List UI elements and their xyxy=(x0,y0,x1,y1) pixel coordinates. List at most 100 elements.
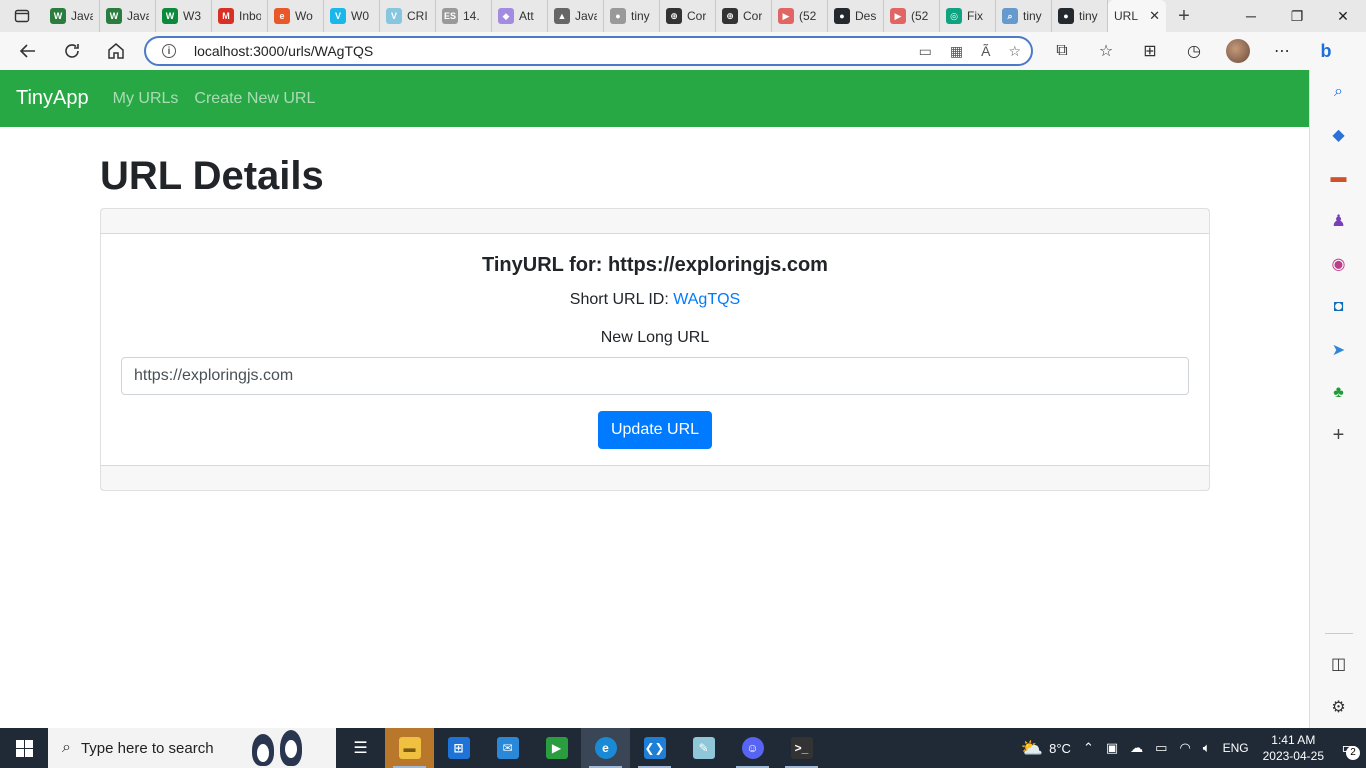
refresh-icon xyxy=(65,44,79,58)
nav-link-create-url[interactable]: Create New URL xyxy=(194,90,315,108)
new-tab-button[interactable]: + xyxy=(1166,0,1202,32)
browser-tab[interactable]: e Wo xyxy=(268,0,324,32)
browser-tab[interactable]: W Java xyxy=(44,0,100,32)
office-icon[interactable]: ◉ xyxy=(1310,242,1366,285)
browser-tab[interactable]: ES 14. xyxy=(436,0,492,32)
nav-link-my-urls[interactable]: My URLs xyxy=(113,90,179,108)
card-body: TinyURL for: https://exploringjs.com Sho… xyxy=(101,234,1209,465)
bing-chat-icon[interactable]: b xyxy=(1304,32,1348,70)
close-window-button[interactable]: ✕ xyxy=(1320,0,1366,32)
send-icon[interactable]: ➤ xyxy=(1310,328,1366,371)
card-footer xyxy=(101,465,1209,490)
tree-icon[interactable]: ♣ xyxy=(1310,371,1366,414)
update-url-button[interactable]: Update URL xyxy=(597,411,713,449)
notepad-icon[interactable]: ✎ xyxy=(679,728,728,768)
discord-icon[interactable]: ☺ xyxy=(728,728,777,768)
browser-tab[interactable]: ● Des xyxy=(828,0,884,32)
card-header xyxy=(101,209,1209,234)
navbar-brand[interactable]: TinyApp xyxy=(16,87,89,110)
games-icon[interactable]: ♟ xyxy=(1310,199,1366,242)
browser-tab[interactable]: ▲ Java xyxy=(548,0,604,32)
qr-code-icon[interactable]: ▦ xyxy=(950,43,963,60)
browser-tab[interactable]: ● tiny xyxy=(604,0,660,32)
browser-tab[interactable]: ⊕ Cor xyxy=(716,0,772,32)
show-hidden-icons[interactable]: ⌃ xyxy=(1077,740,1100,756)
page-title: URL Details xyxy=(100,154,324,198)
app-available-icon[interactable]: ▭ xyxy=(919,43,932,60)
history-icon[interactable]: ◷ xyxy=(1172,32,1216,70)
onedrive-icon[interactable]: ☁ xyxy=(1124,740,1149,756)
browser-tab[interactable]: ◆ Att xyxy=(492,0,548,32)
browser-tab[interactable]: ● tiny xyxy=(1052,0,1108,32)
restore-button[interactable]: ❐ xyxy=(1274,0,1320,32)
browser-tab[interactable]: ▶ (52 xyxy=(884,0,940,32)
favorites-icon[interactable]: ☆ xyxy=(1084,32,1128,70)
profile-button[interactable] xyxy=(1216,32,1260,70)
short-url-link[interactable]: WAgTQS xyxy=(673,291,740,308)
page-viewport: TinyApp My URLs Create New URL URL Detai… xyxy=(0,70,1309,728)
google-meet-icon[interactable]: ▶ xyxy=(532,728,581,768)
browser-toolbar: i localhost:3000/urls/WAgTQS ▭ ▦ A͂ ☆ ⧉ … xyxy=(0,32,1366,70)
tab-favicon-icon: ⌕ xyxy=(1002,8,1018,24)
browser-tab-strip: W Java W Java W W3 M Inboxe Wo V W0 V CRI ES 14. ◆ Att ▲ J… xyxy=(0,0,1366,32)
browser-tab[interactable]: M Inbox xyxy=(212,0,268,32)
browser-tab[interactable]: ▶ (52 xyxy=(772,0,828,32)
add-sidebar-item-icon[interactable]: + xyxy=(1310,414,1366,457)
add-favorite-icon[interactable]: ☆ xyxy=(1008,43,1021,60)
edge-browser-icon[interactable]: e xyxy=(581,728,630,768)
browser-tab[interactable]: ⊕ Cor xyxy=(660,0,716,32)
long-url-input[interactable] xyxy=(121,357,1189,395)
collections-icon[interactable]: ⊞ xyxy=(1128,32,1172,70)
microsoft-store-icon[interactable]: ⊞ xyxy=(434,728,483,768)
active-tab-label: URL xyxy=(1114,9,1139,23)
address-url[interactable]: localhost:3000/urls/WAgTQS xyxy=(194,43,373,59)
read-aloud-icon[interactable]: A͂ xyxy=(981,43,990,60)
tools-icon[interactable]: ▬ xyxy=(1310,156,1366,199)
terminal-icon[interactable]: >_ xyxy=(777,728,826,768)
wifi-icon[interactable]: ◠ xyxy=(1173,740,1196,756)
search-icon[interactable]: ⌕ xyxy=(1310,70,1366,113)
outlook-icon[interactable]: ◘ xyxy=(1310,285,1366,328)
active-tab[interactable]: URL ✕ xyxy=(1108,0,1166,32)
battery-icon[interactable]: ▭ xyxy=(1149,740,1173,756)
meet-now-icon[interactable]: ▣ xyxy=(1100,740,1124,756)
tab-label: Wo xyxy=(295,9,313,23)
extensions-icon[interactable]: ⧉ xyxy=(1040,32,1084,70)
system-clock[interactable]: 1:41 AM 2023-04-25 xyxy=(1255,732,1332,764)
vscode-icon[interactable]: ❮❯ xyxy=(630,728,679,768)
tab-favicon-icon: ● xyxy=(1058,8,1074,24)
clock-time: 1:41 AM xyxy=(1271,733,1316,747)
back-button[interactable] xyxy=(6,32,50,70)
browser-tab[interactable]: V CRI xyxy=(380,0,436,32)
gear-icon[interactable]: ⚙ xyxy=(1310,685,1366,728)
mail-icon[interactable]: ✉ xyxy=(483,728,532,768)
file-explorer-icon[interactable]: ▬ xyxy=(385,728,434,768)
hide-sidebar-icon[interactable]: ◫ xyxy=(1310,642,1366,685)
shopping-tag-icon[interactable]: ◆ xyxy=(1310,113,1366,156)
windows-taskbar: ⌕ Type here to search ☰ ▬ ⊞ ✉ ▶ e ❮❯ ✎ ☺… xyxy=(0,728,1366,768)
weather-widget[interactable]: ⛅ 8°C xyxy=(1015,738,1077,759)
tab-favicon-icon: W xyxy=(50,8,66,24)
refresh-button[interactable] xyxy=(50,32,94,70)
tab-actions-button[interactable] xyxy=(0,0,44,32)
browser-tab[interactable]: ⌕ tiny xyxy=(996,0,1052,32)
minimize-button[interactable]: ─ xyxy=(1228,0,1274,32)
settings-menu-icon[interactable]: ⋯ xyxy=(1260,32,1304,70)
browser-tab[interactable]: V W0 xyxy=(324,0,380,32)
home-button[interactable] xyxy=(94,32,138,70)
browser-tab[interactable]: W Java xyxy=(100,0,156,32)
tab-favicon-icon: ● xyxy=(834,8,850,24)
language-indicator[interactable]: ENG xyxy=(1217,741,1255,755)
volume-icon[interactable]: 🔈︎ xyxy=(1197,740,1217,756)
browser-tab[interactable]: W W3 xyxy=(156,0,212,32)
address-bar[interactable]: i localhost:3000/urls/WAgTQS ▭ ▦ A͂ ☆ xyxy=(144,36,1033,66)
task-view-icon[interactable]: ☰ xyxy=(336,728,385,768)
tab-label: Inbox xyxy=(239,9,261,23)
browser-tab[interactable]: ◎ Fix xyxy=(940,0,996,32)
close-tab-icon[interactable]: ✕ xyxy=(1149,8,1160,24)
back-arrow-icon xyxy=(19,44,35,58)
taskbar-search[interactable]: ⌕ Type here to search xyxy=(48,728,336,768)
notification-center-icon[interactable]: ▭ 2 xyxy=(1332,728,1366,768)
site-info-icon[interactable]: i xyxy=(162,44,176,58)
start-button[interactable] xyxy=(0,728,48,768)
